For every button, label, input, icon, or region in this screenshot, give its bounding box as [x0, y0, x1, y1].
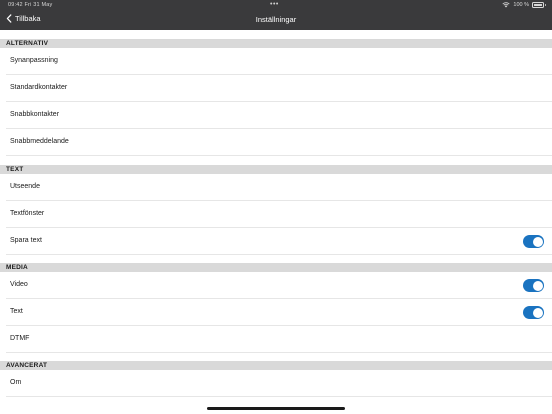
battery-icon	[532, 2, 546, 8]
row-label: Snabbkontakter	[10, 111, 60, 118]
status-time: 09:42 Fri 31 May	[8, 2, 52, 8]
row-divider	[6, 155, 552, 156]
toggle-knob	[532, 280, 543, 291]
row-label: Text	[10, 308, 23, 315]
battery-percent: 100 %	[513, 2, 529, 8]
section-header-text: TEXT	[0, 165, 552, 174]
wifi-icon	[502, 2, 510, 8]
row-label: Video	[10, 281, 28, 288]
row-standardkontakter[interactable]: Standardkontakter	[0, 75, 552, 102]
status-right: 100 %	[502, 2, 546, 8]
row-label: Standardkontakter	[10, 84, 68, 91]
video-toggle[interactable]	[523, 279, 544, 292]
page-title: Inställningar	[255, 15, 297, 24]
row-utseende[interactable]: Utseende	[0, 174, 552, 201]
multitasking-dots-icon[interactable]: •••	[270, 1, 279, 8]
row-text: Text	[0, 299, 552, 326]
row-label: Om	[10, 379, 22, 386]
row-divider	[6, 254, 552, 255]
row-dtmf[interactable]: DTMF	[0, 326, 552, 353]
home-indicator[interactable]	[207, 407, 345, 410]
row-spara-text: Spara text	[0, 228, 552, 255]
row-snabbmeddelande[interactable]: Snabbmeddelande	[0, 129, 552, 156]
text-toggle[interactable]	[523, 306, 544, 319]
row-om[interactable]: Om	[0, 370, 552, 397]
toggle-knob	[532, 236, 543, 247]
row-label: Synanpassning	[10, 57, 58, 64]
status-clock: 09:42	[8, 2, 23, 8]
row-label: Spara text	[10, 237, 42, 244]
settings-screen: 09:42 Fri 31 May ••• 100 % Tillbaka Inst…	[0, 0, 552, 414]
row-divider	[6, 352, 552, 353]
top-bar: 09:42 Fri 31 May ••• 100 % Tillbaka Inst…	[0, 0, 552, 30]
row-synanpassning[interactable]: Synanpassning	[0, 48, 552, 75]
spara-text-toggle[interactable]	[523, 235, 544, 248]
row-textfonster[interactable]: Textfönster	[0, 201, 552, 228]
section-header-media: MEDIA	[0, 263, 552, 272]
status-date: Fri 31 May	[24, 2, 53, 8]
section-header-alternativ: ALTERNATIV	[0, 39, 552, 48]
row-label: DTMF	[10, 335, 30, 342]
row-label: Textfönster	[10, 210, 45, 217]
row-label: Utseende	[10, 183, 40, 190]
row-label: Snabbmeddelande	[10, 138, 69, 145]
section-header-avancerat: AVANCERAT	[0, 361, 552, 370]
toggle-knob	[532, 307, 543, 318]
row-snabbkontakter[interactable]: Snabbkontakter	[0, 102, 552, 129]
row-video: Video	[0, 272, 552, 299]
row-divider	[6, 396, 552, 397]
